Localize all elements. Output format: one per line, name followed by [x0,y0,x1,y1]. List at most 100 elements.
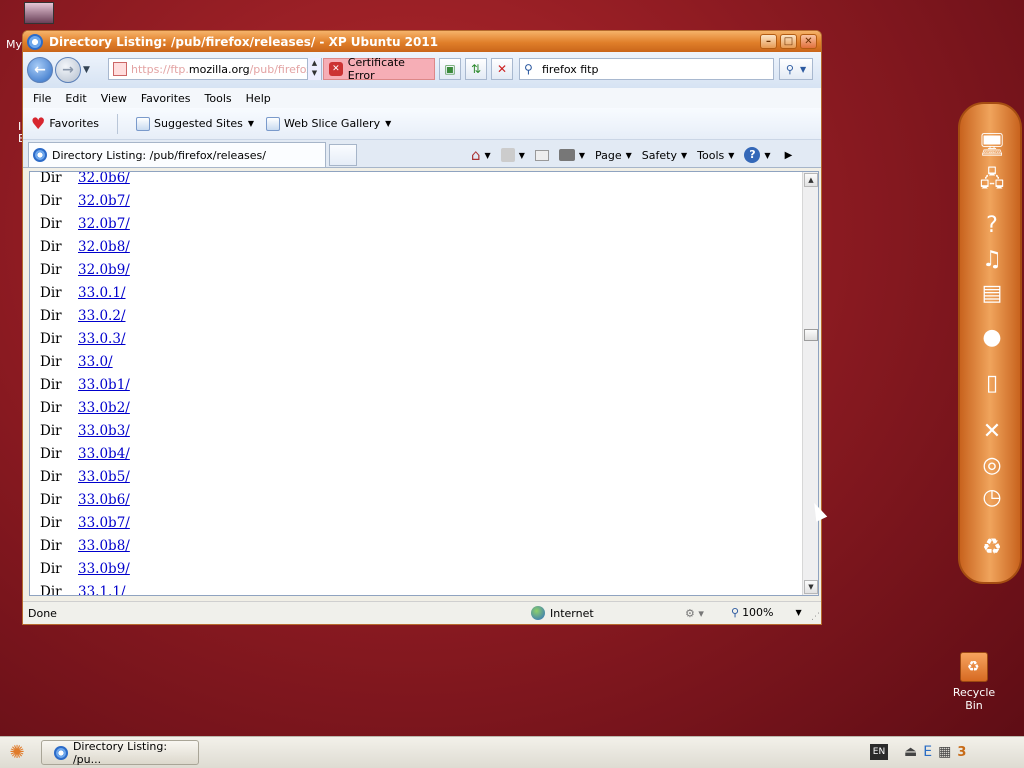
help-icon[interactable]: ? [976,210,1008,242]
protected-mode-icon[interactable]: ⚙ ▾ [685,607,704,620]
help-icon: ? [744,147,761,163]
resize-grip[interactable]: ⋰ [811,612,820,622]
network-icon[interactable]: 🖧 [976,164,1008,196]
print-button[interactable]: ▼ [558,149,585,161]
folder-icon[interactable]: ▤ [976,278,1008,310]
directory-link[interactable]: 32.0b8/ [78,239,130,255]
minimize-button[interactable]: – [760,34,777,49]
suggested-sites-link[interactable]: Suggested Sites ▼ [136,116,254,131]
security-zone[interactable]: Internet [531,606,594,620]
title-bar[interactable]: Directory Listing: /pub/firefox/releases… [23,31,821,52]
eject-icon[interactable]: ⏏ [904,744,917,760]
more-commands-button[interactable]: ▶ [781,150,793,161]
home-button[interactable]: ⌂ ▼ [471,146,491,164]
tools-icon[interactable]: ✕ [976,416,1008,448]
directory-link[interactable]: 33.0b3/ [78,423,130,439]
scroll-thumb[interactable] [804,329,818,341]
taskbar-item-browser[interactable]: Directory Listing: /pu... [41,740,199,766]
directory-link[interactable]: 33.0b5/ [78,469,130,485]
directory-link[interactable]: 33.0.1/ [78,285,126,301]
tab-directory-listing[interactable]: Directory Listing: /pub/firefox/releases… [28,142,326,167]
ubuntu-icon[interactable]: ◎ [976,450,1008,482]
safety-menu-button[interactable]: Safety ▼ [642,149,687,162]
close-button[interactable]: ✕ [800,34,817,49]
desktop-thumbnail[interactable] [24,2,54,24]
web-slice-gallery-link[interactable]: Web Slice Gallery ▼ [266,116,391,131]
menu-favorites[interactable]: Favorites [141,92,191,105]
recycle-bin[interactable]: Recycle Bin [944,652,1004,712]
directory-link[interactable]: 32.0b9/ [78,262,130,278]
directory-link[interactable]: 33.0b9/ [78,561,130,577]
zoom-control[interactable]: ⚲ 100% ▼ [731,606,802,619]
favorites-button[interactable]: ♥ Favorites [31,114,99,133]
listing-row: Dir 32.0b7/ [40,189,130,212]
search-go-icon: ⚲ [785,62,794,76]
directory-link[interactable]: 32.0b7/ [78,216,130,232]
e-icon[interactable]: E [923,744,932,760]
language-indicator[interactable]: EN [870,744,888,760]
vertical-scrollbar[interactable]: ▲ ▼ [802,172,818,595]
directory-link[interactable]: 33.0b2/ [78,400,130,416]
tray-app-icon[interactable]: ▦ [938,744,951,760]
page-menu-button[interactable]: Page ▼ [595,149,632,162]
computer-icon[interactable]: 🖥 [976,130,1008,162]
favorites-separator [117,113,119,134]
directory-link[interactable]: 33.0.2/ [78,308,126,324]
forward-button[interactable]: → [55,57,81,83]
search-box[interactable]: ⚲ firefox fitp [519,58,774,80]
directory-link[interactable]: 33.0.3/ [78,331,126,347]
stop-button[interactable]: ✕ [491,58,513,80]
feeds-button[interactable]: ▼ [500,148,525,162]
chevron-down-icon: ▼ [518,150,525,160]
directory-link[interactable]: 33.0b4/ [78,446,130,462]
refresh-icon: ⇅ [470,62,482,76]
certificate-error-button[interactable]: ✕ Certificate Error [323,56,435,82]
music-folder-icon[interactable]: ♫ [976,244,1008,276]
clock[interactable]: 3 [957,745,966,760]
search-button[interactable]: ⚲ ▼ [779,58,813,80]
start-button[interactable]: ✺ [6,742,28,764]
taskbar: ✺ Directory Listing: /pu... EN ⏏ E ▦ 3 [0,736,1024,768]
read-mail-button[interactable] [534,149,549,161]
search-input[interactable]: firefox fitp [542,63,598,76]
help-button[interactable]: ? ▼ [744,147,771,163]
desktop-label-my[interactable]: My [6,38,22,51]
back-button[interactable]: ← [27,57,53,83]
arrow-right-icon: → [62,62,74,78]
maximize-button[interactable]: □ [780,34,797,49]
directory-link[interactable]: 33.0/ [78,354,113,370]
app-orange-icon[interactable]: ● [976,322,1008,354]
trash-icon[interactable]: ♻ [976,532,1008,564]
tools-menu-button[interactable]: Tools ▼ [697,149,734,162]
ie-logo-icon [33,148,47,162]
menu-edit[interactable]: Edit [65,92,86,105]
clock-icon[interactable]: ◷ [976,482,1008,514]
address-bar[interactable]: https://ftp.mozilla.org/pub/firefox/ [108,58,322,80]
directory-link[interactable]: 33.0b6/ [78,492,130,508]
address-dropdown[interactable]: ▲ ▼ [307,58,321,80]
directory-link[interactable]: 33.0b1/ [78,377,130,393]
directory-link[interactable]: 33.0b7/ [78,515,130,531]
address-url[interactable]: https://ftp.mozilla.org/pub/firefox/ [131,63,316,76]
history-dropdown[interactable]: ▼ [83,65,95,75]
directory-link[interactable]: 32.0b6/ [78,172,130,186]
listing-row: Dir 32.0b8/ [40,235,130,258]
menu-view[interactable]: View [101,92,127,105]
search-options-dropdown[interactable]: ▼ [800,65,806,74]
scroll-up-button[interactable]: ▲ [804,173,818,187]
chevron-right-icon: ▶ [784,149,793,161]
scroll-down-button[interactable]: ▼ [804,580,818,594]
certificate-error-label: Certificate Error [347,56,405,82]
menu-file[interactable]: File [33,92,51,105]
zoom-icon: ⚲ [731,606,740,619]
directory-link[interactable]: 32.0b7/ [78,193,130,209]
compatibility-view-button[interactable]: ▣ [439,58,461,80]
suggested-sites-icon [136,116,151,131]
menu-help[interactable]: Help [246,92,271,105]
directory-link[interactable]: 33.1.1/ [78,584,126,596]
directory-link[interactable]: 33.0b8/ [78,538,130,554]
refresh-button[interactable]: ⇅ [465,58,487,80]
menu-tools[interactable]: Tools [205,92,232,105]
new-tab-button[interactable] [329,144,357,166]
media-player-icon[interactable]: ▯ [976,368,1008,400]
